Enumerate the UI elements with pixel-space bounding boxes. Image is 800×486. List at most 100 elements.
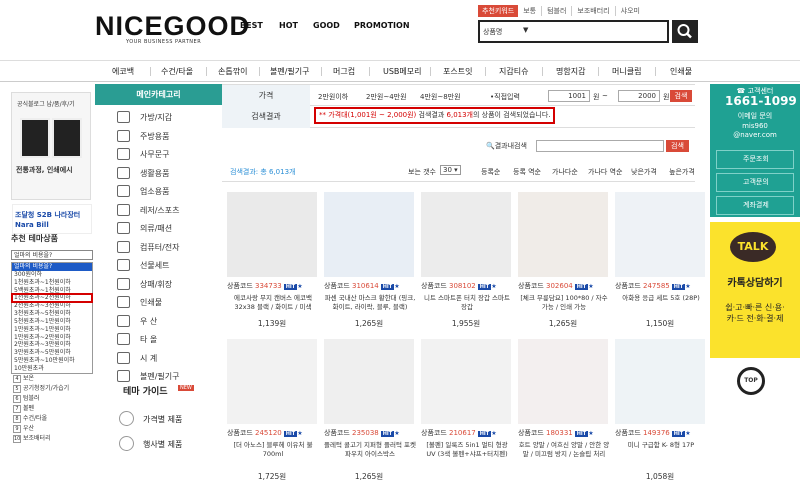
product-image[interactable] <box>227 339 317 424</box>
main-category-item[interactable]: 사무문구 <box>95 145 222 164</box>
scroll-top-button[interactable]: TOP <box>737 367 765 395</box>
main-category-item[interactable]: 타 올 <box>95 330 222 349</box>
inquiry-button[interactable]: 고객문의 <box>716 173 794 192</box>
product-image[interactable] <box>518 339 608 424</box>
keyword-button[interactable]: 추천키워드 <box>478 5 519 17</box>
product-name[interactable]: [체크 무릎담요] 100*80 / 자수가능 / 인쇄 가능 <box>518 294 610 312</box>
order-status-button[interactable]: 주문조회 <box>716 150 794 169</box>
main-category-item[interactable]: 가방/지갑 <box>95 108 222 127</box>
gnav-good[interactable]: GOOD <box>313 21 340 30</box>
gnav-best[interactable]: BEST <box>240 21 263 30</box>
product-image[interactable] <box>615 339 705 424</box>
min-price-input[interactable]: 1001 <box>548 90 590 102</box>
main-category-item[interactable]: 업소용품 <box>95 182 222 201</box>
category-item[interactable]: USB메모리 <box>383 66 422 77</box>
product-name[interactable]: 아화용 응급 세트 5호 (28P) <box>615 294 707 303</box>
search-within-input[interactable] <box>536 140 664 152</box>
category-item[interactable]: 인쇄물 <box>670 66 692 77</box>
main-category-item[interactable]: 상패/휘장 <box>95 275 222 294</box>
category-item[interactable]: 손톱깎이 <box>218 66 247 77</box>
category-item[interactable]: 명함지갑 <box>556 66 585 77</box>
payment-button[interactable]: 계좌결제 <box>716 196 794 215</box>
product-card[interactable]: 상품코드 247585 HIT ★ 아화용 응급 세트 5호 (28P) 1,150원 <box>613 192 707 339</box>
main-category-item[interactable]: 선물세트 <box>95 256 222 275</box>
product-card[interactable]: 상품코드 210617 HIT ★ [볼펜] 일룩즈 5in1 멀티 형광 UV (3… <box>419 339 513 486</box>
product-name[interactable]: 에코사랑 무지 캔버스 에코백 32x38 블랙 / 화이트 / 미색 <box>227 294 319 312</box>
category-item[interactable]: 머니클립 <box>612 66 641 77</box>
blog-banner[interactable]: 공식블로그 납/품/후/기 전통과정, 인쇄에시 <box>11 92 91 200</box>
search-type-select[interactable]: 상품명 <box>483 27 502 37</box>
product-image[interactable] <box>324 339 414 424</box>
theme-rank-item[interactable]: 7 볼펜 <box>11 404 95 414</box>
dropdown-option[interactable]: 1천원초과~1천원이하 <box>12 279 92 287</box>
product-card[interactable]: 상품코드 149376 HIT ★ 미니 구급함 K- 8형 17P 1,058원 <box>613 339 707 486</box>
sort-link[interactable]: 낮은가격 <box>631 167 657 177</box>
product-name[interactable]: 니트 스마트폰 터치 장갑 스마트 장갑 <box>421 294 513 312</box>
price-range-link[interactable]: 2만원~4만원 <box>366 92 407 102</box>
product-image[interactable] <box>421 339 511 424</box>
sort-link[interactable]: 높은가격 <box>669 167 695 177</box>
main-category-item[interactable]: 컴퓨터/전자 <box>95 238 222 257</box>
main-category-item[interactable]: 시 계 <box>95 349 222 368</box>
product-name[interactable]: [볼펜] 일룩즈 5in1 멀티 형광 UV (3색 볼펜+샤프+터치펜) <box>421 441 513 459</box>
gov-banner[interactable]: 조달청 S2B 나라장터 Nara Bill <box>12 204 92 234</box>
product-card[interactable]: 상품코드 334733 HIT ★ 에코사랑 무지 캔버스 에코백 32x38 블랙 … <box>225 192 319 339</box>
category-item[interactable]: 포스트잇 <box>443 66 472 77</box>
price-range-link[interactable]: 2만원이하 <box>318 92 348 102</box>
main-category-item[interactable]: 레저/스포츠 <box>95 201 222 220</box>
theme-rank-item[interactable]: 10 보조배터리 <box>11 434 95 444</box>
guide-price-link[interactable]: 가격별 제품 <box>143 414 182 425</box>
sort-link[interactable]: 가나다순 <box>552 167 578 177</box>
view-count-select[interactable]: 30 ▾ <box>440 165 461 175</box>
product-image[interactable] <box>518 192 608 277</box>
price-dropdown[interactable]: 얼마의 비용을? <box>11 250 93 260</box>
sort-link[interactable]: 등록 역순 <box>513 167 541 177</box>
gnav-promotion[interactable]: PROMOTION <box>354 21 410 30</box>
theme-rank-item[interactable]: 5 공기청정기/가습기 <box>11 384 95 394</box>
main-category-item[interactable]: 인쇄물 <box>95 293 222 312</box>
price-range-link[interactable]: 4만원~8만원 <box>420 92 461 102</box>
category-item[interactable]: 수건/타올 <box>161 66 193 77</box>
keyword-link[interactable]: 보조배터리 <box>571 6 614 16</box>
theme-rank-item[interactable]: 9 우산 <box>11 424 95 434</box>
main-category-item[interactable]: 우 산 <box>95 312 222 331</box>
search-within-button[interactable]: 검색 <box>666 140 689 152</box>
category-item[interactable]: 볼펜/필기구 <box>270 66 310 77</box>
category-item[interactable]: 머그컵 <box>333 66 355 77</box>
product-name[interactable]: [더 아노스] 블루헤 이유처 불 700ml <box>227 441 319 459</box>
theme-rank-item[interactable]: 4 보온 <box>11 374 95 384</box>
dropdown-option[interactable]: 3만원초과~5만원이하 <box>12 349 92 357</box>
dropdown-option[interactable]: 3천원초과~5천원이하 <box>12 310 92 318</box>
site-logo[interactable]: NICEGOOD <box>95 11 250 42</box>
dropdown-option[interactable]: 1만원초과~1만원이하 <box>12 326 92 334</box>
product-card[interactable]: 상품코드 302604 HIT ★ [체크 무릎담요] 100*80 / 자수가능 /… <box>516 192 610 339</box>
dropdown-option[interactable]: 300원이하 <box>12 271 92 279</box>
product-image[interactable] <box>324 192 414 277</box>
keyword-link[interactable]: 보통 <box>518 6 541 16</box>
keyword-link[interactable]: 텀블러 <box>541 6 571 16</box>
dropdown-option[interactable]: 2천원초과~3천원이하 <box>12 302 92 310</box>
main-category-item[interactable]: 의류/패션 <box>95 219 222 238</box>
main-category-item[interactable]: 주방용품 <box>95 127 222 146</box>
product-image[interactable] <box>615 192 705 277</box>
theme-rank-item[interactable]: 8 수건/타올 <box>11 414 95 424</box>
sort-link[interactable]: 등록순 <box>481 167 500 177</box>
product-card[interactable]: 상품코드 308102 HIT ★ 니트 스마트폰 터치 장갑 스마트 장갑 1,955… <box>419 192 513 339</box>
search-box[interactable]: 상품명 ▼ <box>478 20 669 43</box>
main-category-item[interactable]: 생활용품 <box>95 164 222 183</box>
sort-link[interactable]: 가나다 역순 <box>588 167 622 177</box>
kakao-banner[interactable]: TALK 카톡상담하기 쉽·고·빠·른 신·용·카·드 전·화·결·제 <box>710 222 800 358</box>
product-card[interactable]: 상품코드 180331 HIT ★ 호트 양말 / 여흐신 양말 / 안한 양말 / … <box>516 339 610 486</box>
theme-rank-item[interactable]: 6 텀블러 <box>11 394 95 404</box>
product-image[interactable] <box>227 192 317 277</box>
product-image[interactable] <box>421 192 511 277</box>
product-card[interactable]: 상품코드 310614 HIT ★ 파센 국내산 마스크 황한대 (핑크, 화이트, … <box>322 192 416 339</box>
product-name[interactable]: 호트 양말 / 여흐신 양말 / 안한 양말 / 미끄럼 방지 / 논슬립 처리 <box>518 441 610 459</box>
price-search-button[interactable]: 검색 <box>670 90 692 102</box>
dropdown-option[interactable]: 얼마의 비용을? <box>12 263 92 271</box>
keyword-link[interactable]: 샤오미 <box>614 6 645 16</box>
guide-event-link[interactable]: 행사별 제품 <box>143 439 182 450</box>
product-name[interactable]: 미니 구급함 K- 8형 17P <box>615 441 707 450</box>
category-item[interactable]: 에코백 <box>112 66 134 77</box>
product-name[interactable]: 플레턱 콜고기 지퍼형 플러턱 포켓 파우치 아이스박스 <box>324 441 416 459</box>
